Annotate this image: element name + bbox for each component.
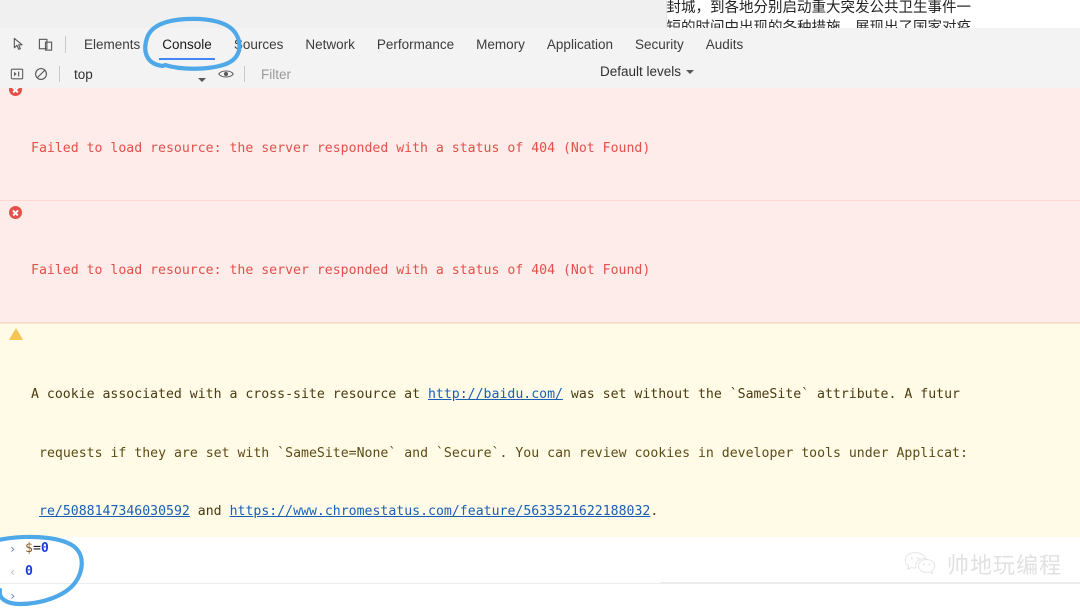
console-message: re/5088147346030592 and https://www.chro… [39,504,659,520]
tab-sources[interactable]: Sources [223,28,295,60]
tab-audits[interactable]: Audits [695,28,755,60]
tab-network[interactable]: Network [294,28,366,60]
prompt-chevron-icon: › [9,541,17,556]
console-message: requests if they are set with `SameSite=… [39,445,968,461]
tab-application[interactable]: Application [536,28,624,60]
execution-context-selector[interactable]: top [66,63,214,85]
devtools-tabbar: Elements Console Sources Network Perform… [0,28,1080,61]
output-chevron-icon: ‹ [9,564,17,579]
console-row-error[interactable]: Failed to load resource: the server resp… [0,88,1080,201]
watermark-text: 帅地玩编程 [946,554,1062,579]
error-icon [9,205,22,219]
execute-snippet-icon[interactable] [5,62,29,86]
console-filter-bar: top Filter Default levels [0,60,1080,89]
toolbar-divider [65,35,66,53]
device-toolbar-icon[interactable] [32,31,58,57]
article-line-1: 扰乱了原本幸福圆满的春节。从最初的武汉封城，到各地分别启动重大突发公共卫生事件一 [667,0,1080,19]
link-chromestatus[interactable]: https://www.chromestatus.com/feature/563… [230,504,651,519]
warning-icon [9,328,23,341]
filterbar-divider-2 [244,66,245,82]
prompt-chevron-icon: › [9,589,17,603]
live-expression-eye-icon[interactable] [214,62,238,86]
tab-elements[interactable]: Elements [73,28,151,60]
watermark: 帅地玩编程 [904,548,1062,580]
tab-performance[interactable]: Performance [366,28,465,60]
clear-console-icon[interactable] [29,62,53,86]
error-icon [9,88,22,96]
console-message: A cookie associated with a cross-site re… [31,386,960,402]
tab-memory[interactable]: Memory [465,28,536,60]
inspect-element-icon[interactable] [6,31,32,57]
watermark-divider [660,582,1080,583]
wechat-icon [904,550,938,579]
console-row-error[interactable]: Failed to load resource: the server resp… [0,200,1080,324]
console-message: Failed to load resource: the server resp… [31,140,651,156]
article-line-2: 级响应，仅仅用了几天的时间，我认为这短短的时间中出现的各种措施，展现出了国家对疫 [666,20,971,28]
article-text-panel: 扰乱了原本幸福圆满的春节。从最初的武汉封城，到各地分别启动重大突发公共卫生事件一… [666,0,1080,28]
filterbar-divider-1 [59,66,60,82]
tab-security[interactable]: Security [624,28,695,60]
console-expression: $=0 [25,541,49,556]
console-row-warning[interactable]: A cookie associated with a cross-site re… [0,323,1080,537]
console-new-prompt[interactable]: › [0,584,1080,608]
devtools-screenshot: 扰乱了原本幸福圆满的春节。从最初的武汉封城，到各地分别启动重大突发公共卫生事件一… [0,0,1080,609]
webpage-behind-devtools: 扰乱了原本幸福圆满的春节。从最初的武汉封城，到各地分别启动重大突发公共卫生事件一… [0,0,1080,29]
devtools-tab-list: Elements Console Sources Network Perform… [73,28,754,60]
link-feature-1[interactable]: re/5088147346030592 [39,504,190,519]
console-message: Failed to load resource: the server resp… [31,263,651,279]
log-levels-selector[interactable]: Default levels [600,64,694,79]
link-baidu[interactable]: http://baidu.com/ [428,387,563,402]
log-levels-label: Default levels [599,64,681,79]
execution-context-value: top [74,66,93,82]
chevron-down-icon [686,69,694,74]
chevron-down-icon [198,70,206,85]
console-result-value: 0 [25,564,33,579]
tab-console[interactable]: Console [151,28,223,60]
console-log-list[interactable]: Failed to load resource: the server resp… [0,88,1080,537]
console-filter-input[interactable]: Filter [251,63,591,85]
